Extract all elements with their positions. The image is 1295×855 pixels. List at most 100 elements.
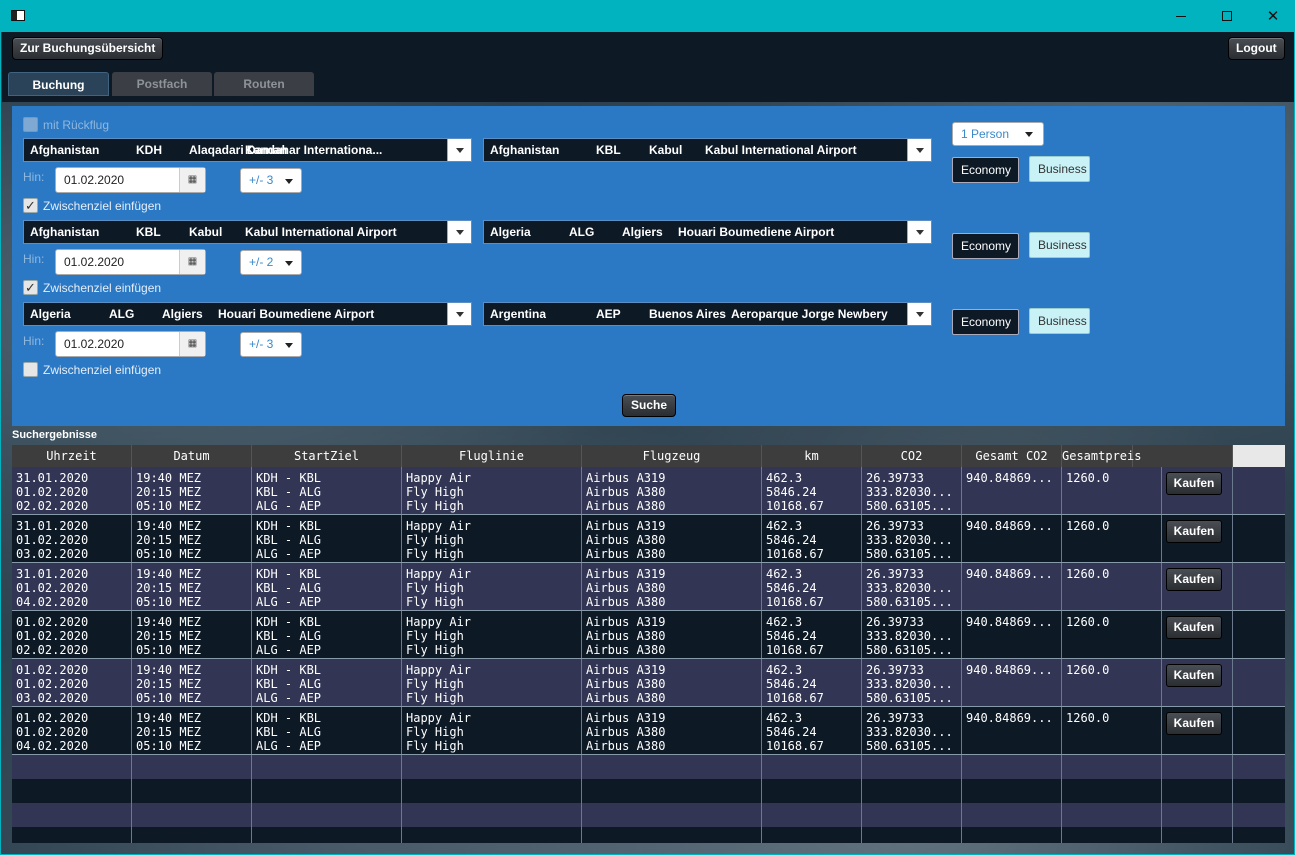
to-city: Kabul: [649, 143, 683, 157]
buy-button[interactable]: Kaufen: [1166, 568, 1222, 591]
business-button[interactable]: Business: [1029, 308, 1090, 334]
column-header[interactable]: Gesamtpreis: [1062, 445, 1141, 467]
empty-cell: [252, 779, 402, 803]
person-count-select[interactable]: 1 Person: [952, 122, 1044, 146]
buy-button[interactable]: Kaufen: [1166, 520, 1222, 543]
empty-cell: [762, 779, 862, 803]
cell-line: KBL - ALG: [256, 581, 322, 595]
economy-button[interactable]: Economy: [952, 309, 1019, 335]
cell-line: 5846.24: [766, 677, 817, 691]
from-airport-select[interactable]: Algeria ALG Algiers Houari Boumediene Airpo…: [23, 302, 472, 326]
tab-buchung[interactable]: Buchung: [8, 72, 109, 96]
to-country: Algeria: [490, 225, 531, 239]
cell-line: KDH - KBL: [256, 567, 322, 581]
return-flight-checkbox[interactable]: mit Rückflug: [23, 117, 109, 132]
business-button[interactable]: Business: [1029, 156, 1090, 182]
column-header[interactable]: km: [762, 445, 862, 467]
departure-date-picker[interactable]: 01.02.2020 ▦: [55, 331, 206, 357]
column-header[interactable]: CO2: [862, 445, 962, 467]
buy-button[interactable]: Kaufen: [1166, 664, 1222, 687]
cell-line: 26.39733: [866, 471, 924, 485]
buy-button[interactable]: Kaufen: [1166, 616, 1222, 639]
cell-line: 01.02.2020: [16, 615, 89, 629]
date-flex-select[interactable]: +/- 3: [240, 332, 302, 357]
to-country: Argentina: [490, 307, 547, 321]
cell-line: ALG - AEP: [256, 499, 322, 513]
column-header[interactable]: Gesamt CO2: [962, 445, 1062, 467]
departure-label: Hin:: [23, 334, 45, 348]
tab-routen[interactable]: Routen: [214, 72, 314, 96]
departure-date-picker[interactable]: 01.02.2020 ▦: [55, 249, 206, 275]
economy-button[interactable]: Economy: [952, 157, 1019, 183]
calendar-icon[interactable]: ▦: [179, 250, 205, 274]
date-flex-select[interactable]: +/- 2: [240, 250, 302, 275]
search-button[interactable]: Suche: [622, 394, 676, 417]
cell-line: KDH - KBL: [256, 615, 322, 629]
logout-button[interactable]: Logout: [1228, 37, 1285, 60]
cell-line: 26.39733: [866, 567, 924, 581]
cell-line: 462.3: [766, 711, 803, 725]
economy-button[interactable]: Economy: [952, 233, 1019, 259]
results-table: Uhrzeit Datum StartZiel Fluglinie Flugzeug km…: [12, 445, 1285, 843]
table-cell: Airbus A319 Airbus A380 Airbus A380: [582, 659, 762, 706]
column-header[interactable]: Fluglinie: [402, 445, 582, 467]
stopover-checkbox[interactable]: Zwischenziel einfügen: [23, 362, 161, 377]
cell-line: Fly High: [406, 547, 464, 561]
cell-line: 19:40 MEZ: [136, 567, 202, 581]
calendar-icon[interactable]: ▦: [179, 168, 205, 192]
table-cell: 19:40 MEZ 20:15 MEZ 05:10 MEZ: [132, 515, 252, 562]
column-header[interactable]: Flugzeug: [582, 445, 762, 467]
stopover-checkbox[interactable]: ✓ Zwischenziel einfügen: [23, 198, 161, 213]
cell-line: KBL - ALG: [256, 485, 322, 499]
cell-line: 20:15 MEZ: [136, 485, 202, 499]
from-country: Afghanistan: [30, 225, 100, 239]
calendar-icon[interactable]: ▦: [179, 332, 205, 356]
buy-button[interactable]: Kaufen: [1166, 472, 1222, 495]
table-cell: 31.01.2020 01.02.2020 04.02.2020: [12, 563, 132, 610]
booking-overview-button[interactable]: Zur Buchungsübersicht: [12, 37, 164, 60]
person-count-value: 1 Person: [961, 127, 1010, 141]
cell-line: 580.63105...: [866, 595, 953, 609]
from-airport-select[interactable]: Afghanistan KDH Alaqadari Daman Kandahar In…: [23, 138, 472, 162]
cell-line: 19:40 MEZ: [136, 663, 202, 677]
cell-line: 333.82030...: [866, 629, 953, 643]
cell-line: 05:10 MEZ: [136, 643, 202, 657]
close-icon: ✕: [1266, 7, 1280, 25]
minimize-button[interactable]: [1158, 1, 1204, 32]
cell-line: KDH - KBL: [256, 471, 322, 485]
date-flex-select[interactable]: +/- 3: [240, 168, 302, 193]
column-header[interactable]: Datum: [132, 445, 252, 467]
table-cell: KDH - KBL KBL - ALG ALG - AEP: [252, 563, 402, 610]
cell-line: 580.63105...: [866, 739, 953, 753]
from-airport: Kabul International Airport: [245, 225, 397, 239]
column-header[interactable]: Uhrzeit: [12, 445, 132, 467]
checkbox-box: [23, 117, 38, 132]
cell-line: 580.63105...: [866, 547, 953, 561]
to-airport-select[interactable]: Algeria ALG Algiers Houari Boumediene Airpo…: [483, 220, 932, 244]
cell-line: Airbus A319: [586, 663, 666, 677]
stopover-checkbox[interactable]: ✓ Zwischenziel einfügen: [23, 280, 161, 295]
tab-postfach[interactable]: Postfach: [112, 72, 212, 96]
to-airport-select[interactable]: Argentina AEP Buenos Aires Aeroparque Jorge…: [483, 302, 932, 326]
empty-cell: [962, 803, 1062, 827]
close-button[interactable]: ✕: [1250, 1, 1294, 32]
departure-date-picker[interactable]: 01.02.2020 ▦: [55, 167, 206, 193]
buy-button[interactable]: Kaufen: [1166, 712, 1222, 735]
maximize-button[interactable]: [1204, 1, 1250, 32]
from-airport-select[interactable]: Afghanistan KBL Kabul Kabul International A…: [23, 220, 472, 244]
cell-line: KBL - ALG: [256, 533, 322, 547]
business-button[interactable]: Business: [1029, 232, 1090, 258]
table-cell: 31.01.2020 01.02.2020 02.02.2020: [12, 467, 132, 514]
cell-line: Fly High: [406, 581, 464, 595]
empty-cell: [1062, 779, 1162, 803]
table-cell: 01.02.2020 01.02.2020 02.02.2020: [12, 611, 132, 658]
table-cell: 26.39733 333.82030... 580.63105...: [862, 563, 962, 610]
cell-line: 01.02.2020: [16, 581, 89, 595]
cell-line: 04.02.2020: [16, 595, 89, 609]
column-header[interactable]: StartZiel: [252, 445, 402, 467]
table-cell: Airbus A319 Airbus A380 Airbus A380: [582, 563, 762, 610]
cell-line: 26.39733: [866, 519, 924, 533]
to-airport-select[interactable]: Afghanistan KBL Kabul Kabul International A…: [483, 138, 932, 162]
to-city: Algiers: [622, 225, 663, 239]
cell-line: Happy Air: [406, 711, 472, 725]
